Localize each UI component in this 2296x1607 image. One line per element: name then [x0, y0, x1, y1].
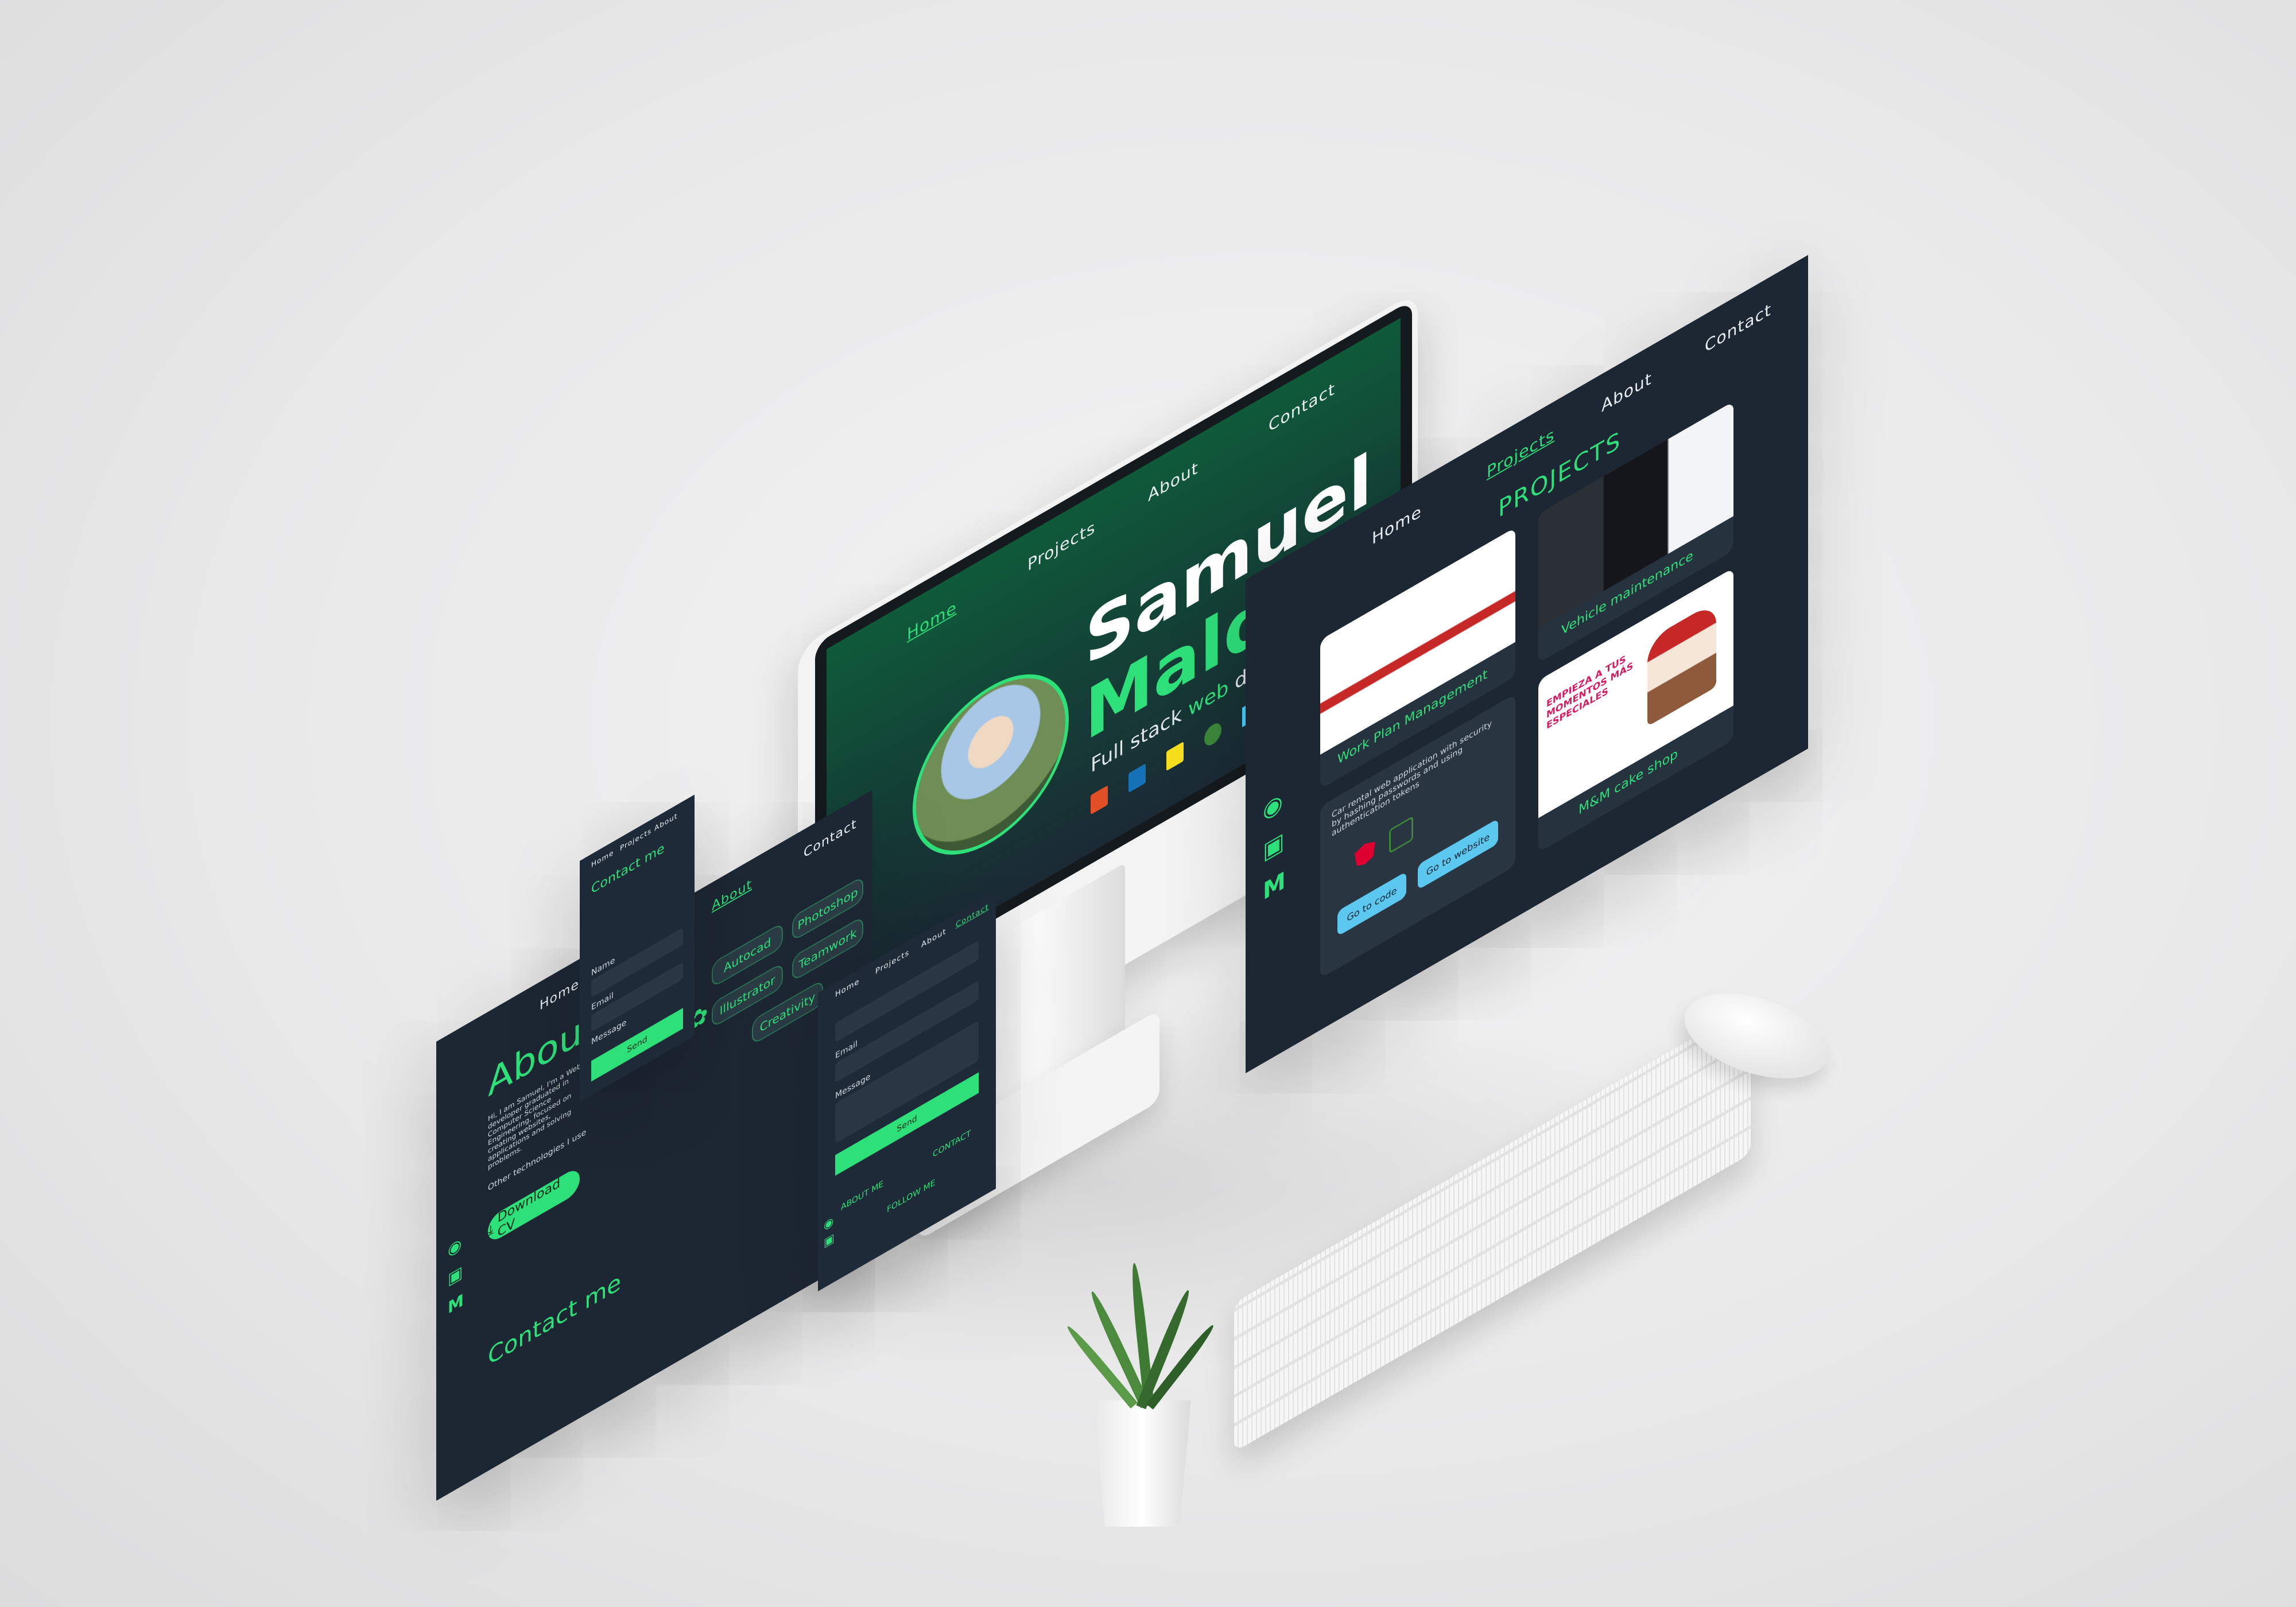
nodejs-icon	[1389, 816, 1413, 854]
go-to-website-button[interactable]: Go to website	[1418, 818, 1498, 890]
plant-pot	[1093, 1400, 1191, 1527]
projects-nav-about[interactable]: About	[1601, 368, 1652, 416]
javascript-icon	[1166, 742, 1184, 771]
mobile-nav-home[interactable]: Home	[591, 848, 614, 870]
linkedin-icon[interactable]: ▣	[824, 1230, 835, 1250]
cake-banner-text: EMPIEZA A TUS MOMENTOS MÁS ESPECIALES	[1546, 653, 1634, 732]
hero-nav-projects[interactable]: Projects	[1027, 517, 1095, 575]
medium-icon[interactable]: M	[1263, 867, 1286, 906]
github-icon[interactable]: ◉	[448, 1233, 461, 1260]
footer-contact: CONTACT	[933, 1128, 971, 1160]
about-contact-heading: Contact me	[488, 1268, 621, 1372]
cake-image	[1647, 600, 1716, 727]
hero-nav-about[interactable]: About	[1148, 457, 1199, 506]
projects-nav-contact[interactable]: Contact	[1705, 299, 1771, 356]
hero-nav-home[interactable]: Home	[907, 597, 957, 645]
projects-nav-home[interactable]: Home	[1372, 501, 1422, 549]
download-icon: ⤓	[488, 1218, 498, 1239]
mobile-contact-heading: Contact me	[591, 840, 665, 898]
github-icon[interactable]: ◉	[1263, 788, 1283, 826]
mobile-nav-about[interactable]: About	[654, 812, 677, 833]
plant-leaves	[1064, 1262, 1217, 1412]
mobile-nav-projects[interactable]: Projects	[620, 826, 651, 853]
linkedin-icon[interactable]: ▣	[448, 1261, 463, 1289]
angular-icon	[1355, 838, 1375, 871]
html-icon	[1091, 785, 1108, 815]
footer-about-me: ABOUT ME	[841, 1179, 884, 1213]
footer-follow-me: FOLLOW ME	[887, 1177, 936, 1215]
about-nav-about[interactable]: About	[712, 876, 752, 914]
tablet-nav-about[interactable]: About	[921, 927, 946, 950]
medium-icon[interactable]: M	[448, 1290, 464, 1318]
hero-nav-contact[interactable]: Contact	[1269, 379, 1335, 436]
nodejs-icon	[1204, 719, 1221, 750]
profile-photo	[913, 641, 1069, 888]
about-nav-home[interactable]: Home	[540, 976, 579, 1014]
linkedin-icon[interactable]: ▣	[1263, 827, 1285, 866]
go-to-code-button[interactable]: Go to code	[1337, 871, 1406, 937]
github-icon[interactable]: ◉	[824, 1213, 833, 1233]
css-icon	[1128, 763, 1146, 793]
tablet-nav-home[interactable]: Home	[835, 977, 859, 999]
